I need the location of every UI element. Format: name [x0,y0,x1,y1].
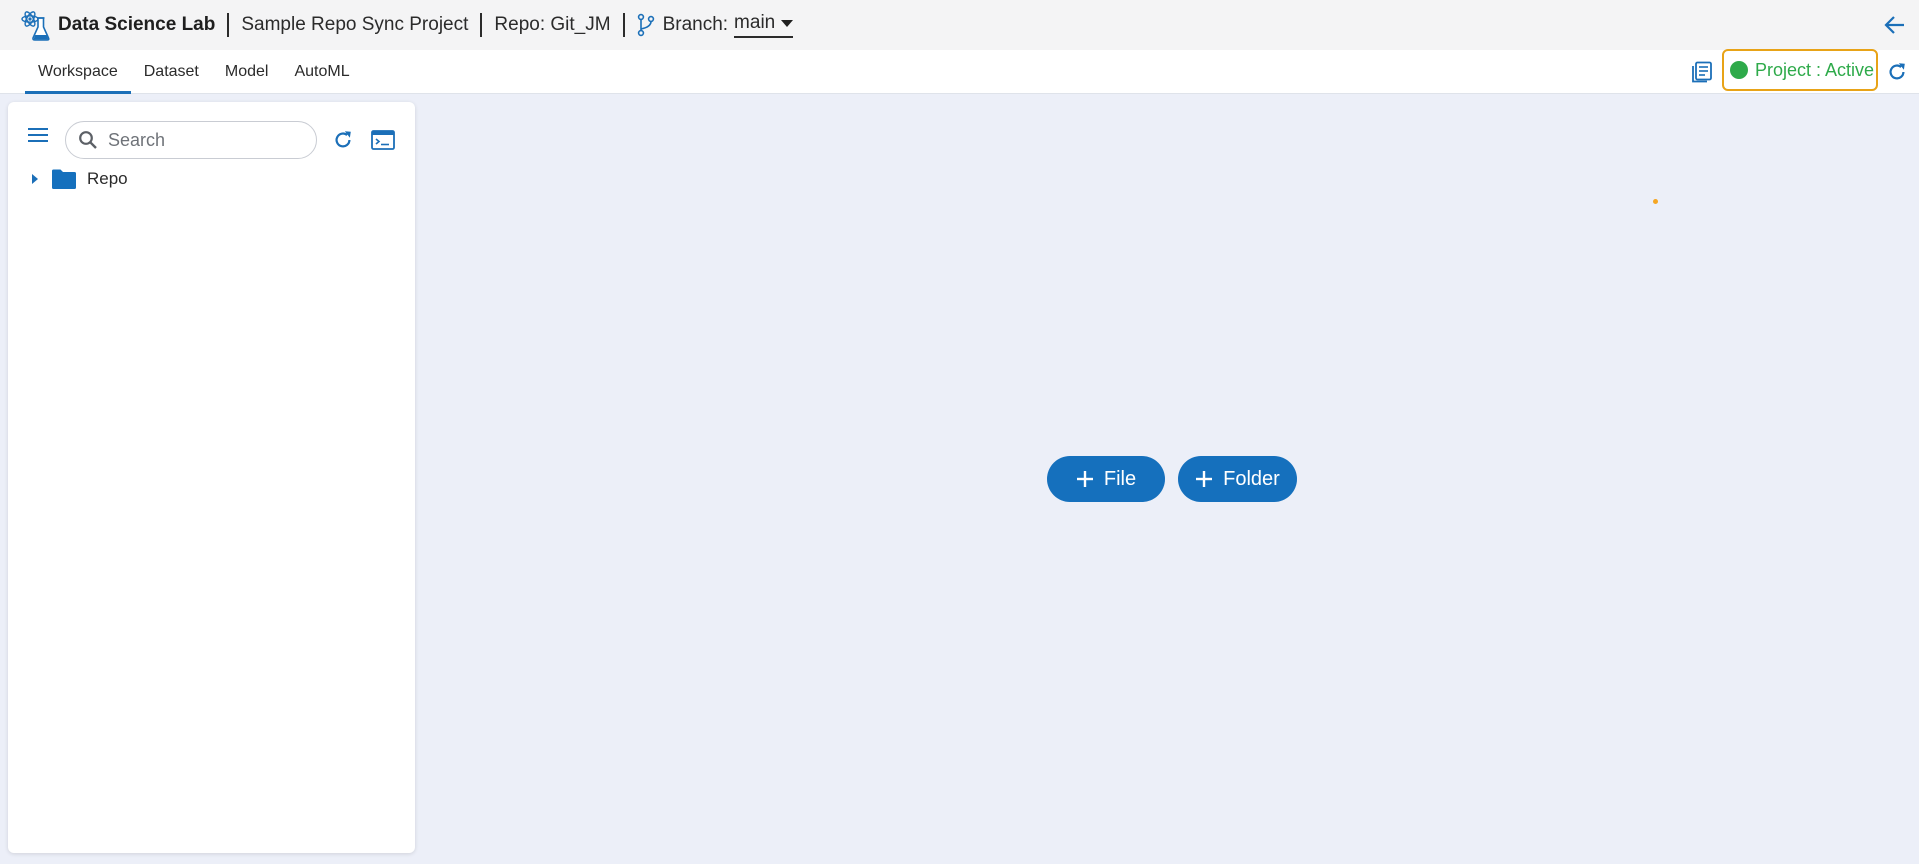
add-file-label: File [1103,467,1137,490]
search-input[interactable] [108,129,298,151]
add-file-button[interactable]: File [1047,456,1165,502]
file-explorer-panel: Repo [8,102,415,853]
project-status-label: Project : Active [1755,59,1875,80]
tree-item-repo[interactable]: Repo [32,166,128,192]
menu-icon[interactable] [27,126,49,144]
app-title: Data Science Lab [58,14,216,35]
project-name: Sample Repo Sync Project [241,14,469,35]
divider [227,13,230,37]
workspace-canvas: Repo File Folder [0,94,1919,864]
search-icon [79,131,97,149]
add-folder-label: Folder [1223,467,1280,490]
git-branch-icon [637,13,657,37]
refresh-icon[interactable] [332,129,354,151]
flask-atom-icon [20,8,50,42]
loading-dot [1653,199,1658,204]
repo-name: Repo: Git_JM [494,14,611,35]
branch-value: main [734,12,776,33]
tab-automl[interactable]: AutoML [281,50,362,94]
search-box [65,121,317,159]
folder-icon [52,169,76,189]
project-status-badge[interactable]: Project : Active [1722,49,1878,91]
add-folder-button[interactable]: Folder [1178,456,1297,502]
tab-dataset[interactable]: Dataset [131,50,212,94]
divider [480,13,483,37]
top-bar: Data Science Lab Sample Repo Sync Projec… [0,0,1919,50]
tab-workspace[interactable]: Workspace [25,50,131,94]
caret-down-icon [781,19,794,27]
plus-icon [1076,471,1093,487]
divider [622,13,625,37]
tab-bar: Workspace Dataset Model AutoML [0,50,1919,94]
branch-dropdown[interactable]: main [734,12,794,38]
caret-right-icon[interactable] [32,174,38,184]
status-dot [1730,61,1748,79]
refresh-icon[interactable] [1886,61,1908,83]
branch-label: Branch: [662,14,729,35]
terminal-icon[interactable] [371,130,395,150]
tree-item-label: Repo [87,169,128,188]
plus-icon [1196,471,1213,487]
document-list-icon[interactable] [1690,60,1714,84]
main-tabs: Workspace Dataset Model AutoML [25,50,363,94]
arrow-left-icon[interactable] [1883,13,1907,37]
tab-model[interactable]: Model [212,50,282,94]
